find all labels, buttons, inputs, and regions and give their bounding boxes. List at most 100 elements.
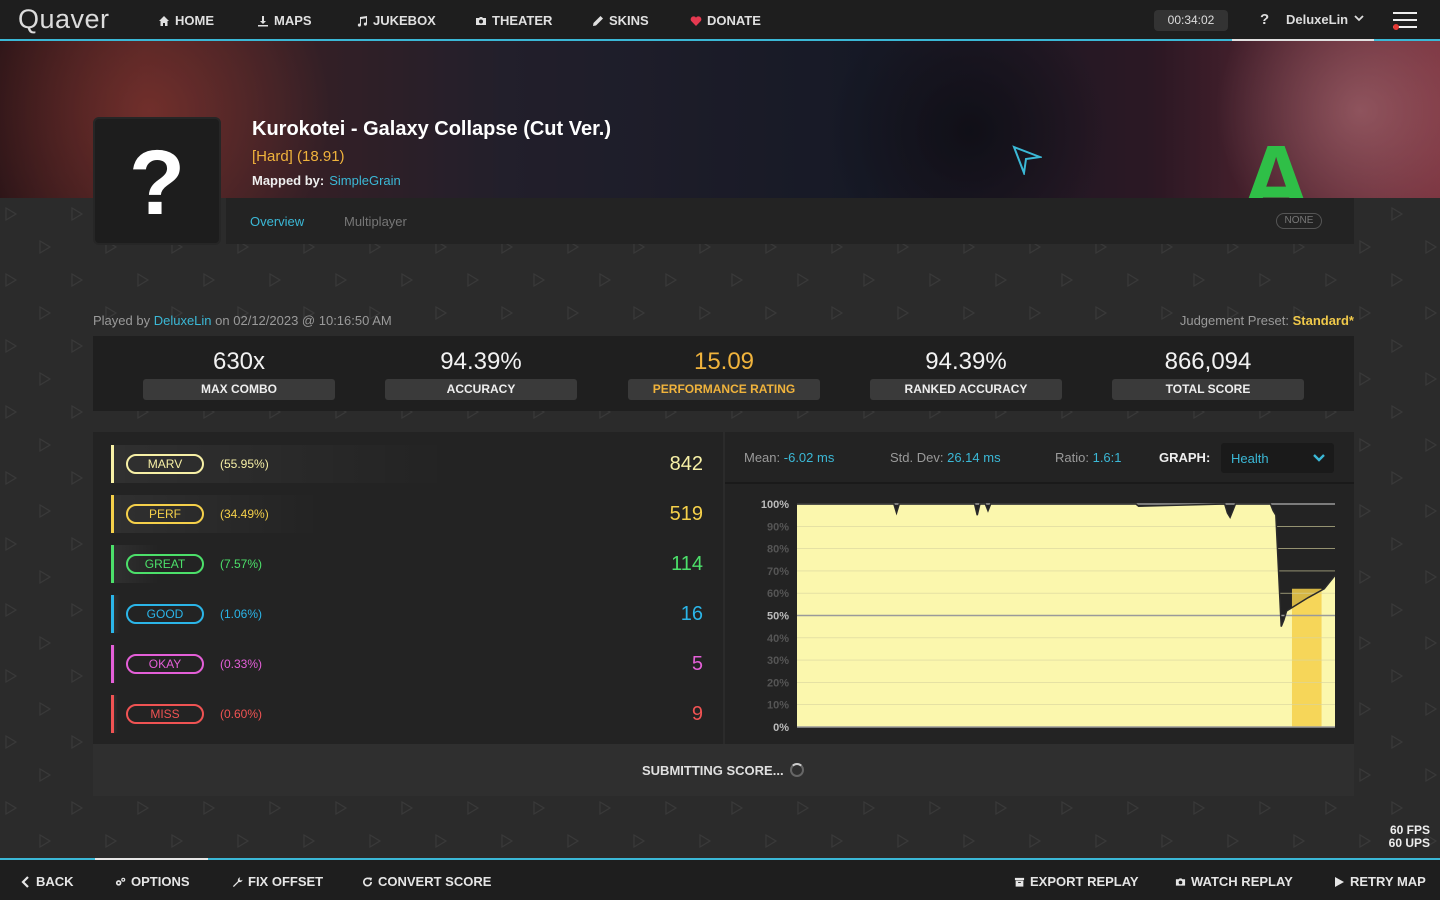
watch-replay-button[interactable]: WATCH REPLAY bbox=[1175, 874, 1293, 889]
result-tabs: Overview Multiplayer NONE bbox=[226, 198, 1354, 244]
judgement-name: GOOD bbox=[126, 604, 204, 624]
session-clock: 00:34:02 bbox=[1154, 10, 1228, 31]
nav-home-label: HOME bbox=[175, 13, 214, 28]
judgement-preset: Judgement Preset: Standard* bbox=[1180, 313, 1354, 328]
score-stats: 630x MAX COMBO 94.39% ACCURACY 15.09 PER… bbox=[93, 336, 1354, 411]
y-tick-label: 10% bbox=[767, 700, 789, 712]
convert-score-label: CONVERT SCORE bbox=[378, 874, 492, 889]
quaver-logo[interactable]: Quaver bbox=[18, 4, 110, 35]
graph-type-label: GRAPH: bbox=[1159, 450, 1211, 465]
judgement-row-good: GOOD (1.06%) 16 bbox=[111, 595, 709, 633]
y-tick-label: 90% bbox=[767, 521, 789, 533]
tab-multiplayer[interactable]: Multiplayer bbox=[344, 214, 407, 229]
judgement-name: PERF bbox=[126, 504, 204, 524]
mouse-cursor-icon bbox=[1012, 145, 1042, 175]
mapper-line: Mapped by: SimpleGrain bbox=[252, 173, 401, 188]
fix-offset-button[interactable]: FIX OFFSET bbox=[232, 874, 323, 889]
judgement-percent: (7.57%) bbox=[220, 557, 263, 571]
judgement-row-miss: MISS (0.60%) 9 bbox=[111, 695, 709, 733]
play-icon bbox=[1335, 876, 1344, 887]
judgement-count: 114 bbox=[671, 553, 703, 575]
mapper-name[interactable]: SimpleGrain bbox=[329, 173, 401, 188]
max-combo-value: 630x bbox=[212, 348, 266, 375]
map-cover: ? bbox=[93, 117, 221, 245]
judgement-name: GREAT bbox=[126, 554, 204, 574]
graph-type-dropdown[interactable]: Health bbox=[1221, 443, 1334, 473]
graph-panel: Mean: -6.02 ms Std. Dev: 26.14 ms Ratio:… bbox=[725, 432, 1354, 744]
y-tick-label: 0% bbox=[773, 722, 789, 734]
nav-skins-label: SKINS bbox=[609, 13, 649, 28]
mean-stat: Mean: -6.02 ms bbox=[744, 450, 834, 465]
y-tick-label: 30% bbox=[767, 655, 789, 667]
judgement-name: OKAY bbox=[126, 654, 204, 674]
export-replay-button[interactable]: EXPORT REPLAY bbox=[1014, 874, 1139, 889]
grade-letter: A bbox=[1240, 125, 1313, 198]
ratio-value: 1.6:1 bbox=[1092, 450, 1122, 465]
y-tick-label: 40% bbox=[767, 633, 789, 645]
nav-jukebox[interactable]: JUKEBOX bbox=[356, 13, 436, 28]
y-tick-label: 70% bbox=[767, 566, 789, 578]
tab-overview[interactable]: Overview bbox=[250, 214, 304, 229]
camera-icon bbox=[476, 16, 486, 25]
judgement-fill bbox=[114, 595, 120, 633]
notification-dot bbox=[1393, 24, 1399, 30]
submit-status-text: SUBMITTING SCORE... bbox=[642, 763, 784, 778]
ratio-label: Ratio: bbox=[1055, 450, 1089, 465]
judgement-preset-label: Judgement Preset: bbox=[1179, 313, 1289, 328]
pencil-icon bbox=[593, 15, 603, 26]
total-score-value: 866,094 bbox=[1164, 348, 1252, 375]
archive-icon bbox=[1014, 877, 1025, 887]
convert-score-button[interactable]: CONVERT SCORE bbox=[362, 874, 491, 889]
back-label: BACK bbox=[36, 874, 74, 889]
nav-theater-label: THEATER bbox=[492, 13, 553, 28]
song-title: Kurokotei - Galaxy Collapse (Cut Ver.) bbox=[252, 118, 611, 140]
nav-skins[interactable]: SKINS bbox=[592, 13, 649, 28]
judgement-percent: (1.06%) bbox=[220, 607, 263, 621]
username[interactable]: DeluxeLin bbox=[1286, 12, 1348, 27]
stat-total-score: 866,094 TOTAL SCORE bbox=[1112, 336, 1304, 411]
nav-maps[interactable]: MAPS bbox=[257, 13, 312, 28]
performance-value: 15.09 bbox=[693, 348, 755, 375]
back-button[interactable]: BACK bbox=[20, 874, 74, 889]
gears-icon bbox=[115, 877, 126, 886]
judgement-fill bbox=[114, 645, 116, 683]
judgement-row-marv: MARV (55.95%) 842 bbox=[111, 445, 709, 483]
judgement-count: 16 bbox=[680, 603, 703, 625]
y-tick-label: 50% bbox=[767, 611, 789, 623]
hamburger-menu-icon[interactable] bbox=[1393, 12, 1417, 30]
stat-performance: 15.09 PERFORMANCE RATING bbox=[628, 336, 820, 411]
mean-label: Mean: bbox=[744, 450, 781, 465]
nav-maps-label: MAPS bbox=[274, 13, 312, 28]
played-date: on 02/12/2023 @ 10:16:50 AM bbox=[215, 313, 392, 328]
top-navbar: Quaver HOME MAPS JUKEBOX THEATER SKINS D… bbox=[0, 0, 1440, 41]
judgement-percent: (34.49%) bbox=[220, 507, 269, 521]
judgement-count: 842 bbox=[669, 453, 703, 475]
retry-map-button[interactable]: RETRY MAP bbox=[1334, 874, 1426, 889]
help-icon[interactable]: ? bbox=[1260, 11, 1269, 28]
judgement-count: 9 bbox=[691, 703, 703, 725]
judgement-percent: (0.33%) bbox=[220, 657, 263, 671]
chevron-down-icon[interactable] bbox=[1354, 13, 1364, 23]
played-by-label: Played by bbox=[93, 313, 151, 328]
fix-offset-label: FIX OFFSET bbox=[248, 874, 324, 889]
options-button[interactable]: OPTIONS bbox=[115, 874, 190, 889]
std-dev-label: Std. Dev: bbox=[890, 450, 944, 465]
nav-home[interactable]: HOME bbox=[158, 13, 214, 28]
nav-theater[interactable]: THEATER bbox=[475, 13, 552, 28]
judgement-row-okay: OKAY (0.33%) 5 bbox=[111, 645, 709, 683]
std-dev-stat: Std. Dev: 26.14 ms bbox=[890, 450, 1001, 465]
health-band bbox=[1291, 588, 1322, 727]
ups-value: 60 UPS bbox=[1388, 836, 1430, 850]
total-score-label: TOTAL SCORE bbox=[1112, 379, 1304, 400]
played-by-line: Played by DeluxeLin on 02/12/2023 @ 10:1… bbox=[93, 313, 392, 328]
download-icon bbox=[258, 15, 268, 26]
chevron-left-icon bbox=[21, 875, 29, 888]
options-label: OPTIONS bbox=[131, 874, 190, 889]
player-name[interactable]: DeluxeLin bbox=[154, 313, 212, 328]
y-tick-label: 60% bbox=[767, 588, 789, 600]
judgement-name: MARV bbox=[126, 454, 204, 474]
mods-badge: NONE bbox=[1276, 213, 1322, 229]
performance-label: PERFORMANCE RATING bbox=[628, 379, 820, 400]
judgement-preset-value: Standard* bbox=[1292, 313, 1354, 328]
nav-donate[interactable]: DONATE bbox=[690, 13, 761, 28]
